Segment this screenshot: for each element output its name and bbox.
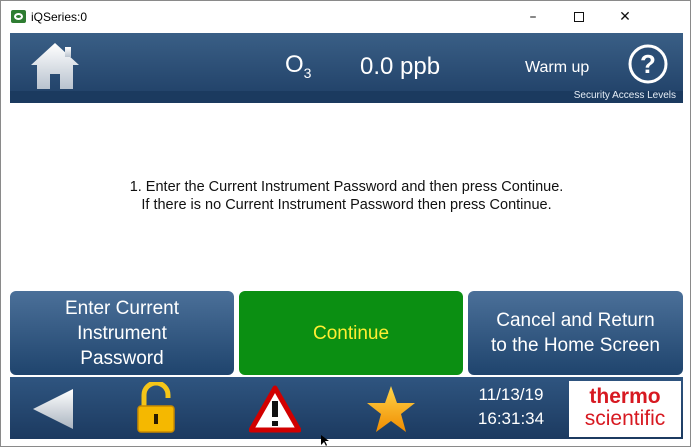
date-text: 11/13/19 bbox=[478, 385, 544, 404]
logo-line-2: scientific bbox=[584, 407, 666, 430]
enter-password-label: Enter Current Instrument Password bbox=[64, 297, 180, 369]
thermo-scientific-logo: thermo scientific bbox=[569, 381, 681, 437]
cancel-label: Cancel and Return to the Home Screen bbox=[491, 310, 660, 356]
window-title: iQSeries:0 bbox=[31, 10, 88, 24]
time-text: 16:31:34 bbox=[477, 409, 545, 428]
favorites-star-icon[interactable] bbox=[365, 384, 417, 434]
breadcrumb: Security Access Levels bbox=[573, 90, 676, 101]
gas-label: O3 bbox=[285, 51, 312, 81]
instruction-line-1: 1. Enter the Current Instrument Password… bbox=[129, 179, 564, 195]
logo-line-1: thermo bbox=[589, 385, 661, 408]
title-bar: iQSeries:0 – ✕ bbox=[1, 1, 690, 33]
gas-subscript: 3 bbox=[303, 65, 312, 81]
alarm-warning-icon[interactable] bbox=[249, 385, 301, 433]
lock-icon[interactable] bbox=[134, 382, 178, 434]
app-icon bbox=[11, 10, 26, 23]
continue-button[interactable]: Continue bbox=[239, 291, 463, 375]
svg-text:?: ? bbox=[640, 49, 656, 79]
cancel-button[interactable]: Cancel and Return to the Home Screen bbox=[468, 291, 683, 375]
app-window: iQSeries:0 – ✕ O3 0.0 ppb Warm up ? Secu… bbox=[0, 0, 691, 447]
help-icon[interactable]: ? bbox=[628, 44, 668, 84]
instruction-line-2: If there is no Current Instrument Passwo… bbox=[141, 197, 552, 213]
continue-label: Continue bbox=[312, 322, 390, 344]
maximize-icon bbox=[574, 12, 584, 22]
enter-password-button[interactable]: Enter Current Instrument Password bbox=[10, 291, 234, 375]
minimize-button[interactable]: – bbox=[510, 1, 556, 33]
back-arrow-icon[interactable] bbox=[31, 387, 75, 431]
home-icon[interactable] bbox=[29, 41, 81, 91]
datetime-display: 11/13/19 16:31:34 bbox=[466, 383, 556, 431]
maximize-button[interactable] bbox=[556, 1, 602, 33]
reading-value: 0.0 ppb bbox=[360, 53, 441, 80]
close-button[interactable]: ✕ bbox=[602, 1, 648, 33]
status-text: Warm up bbox=[525, 59, 590, 76]
mouse-cursor-icon bbox=[321, 435, 329, 446]
